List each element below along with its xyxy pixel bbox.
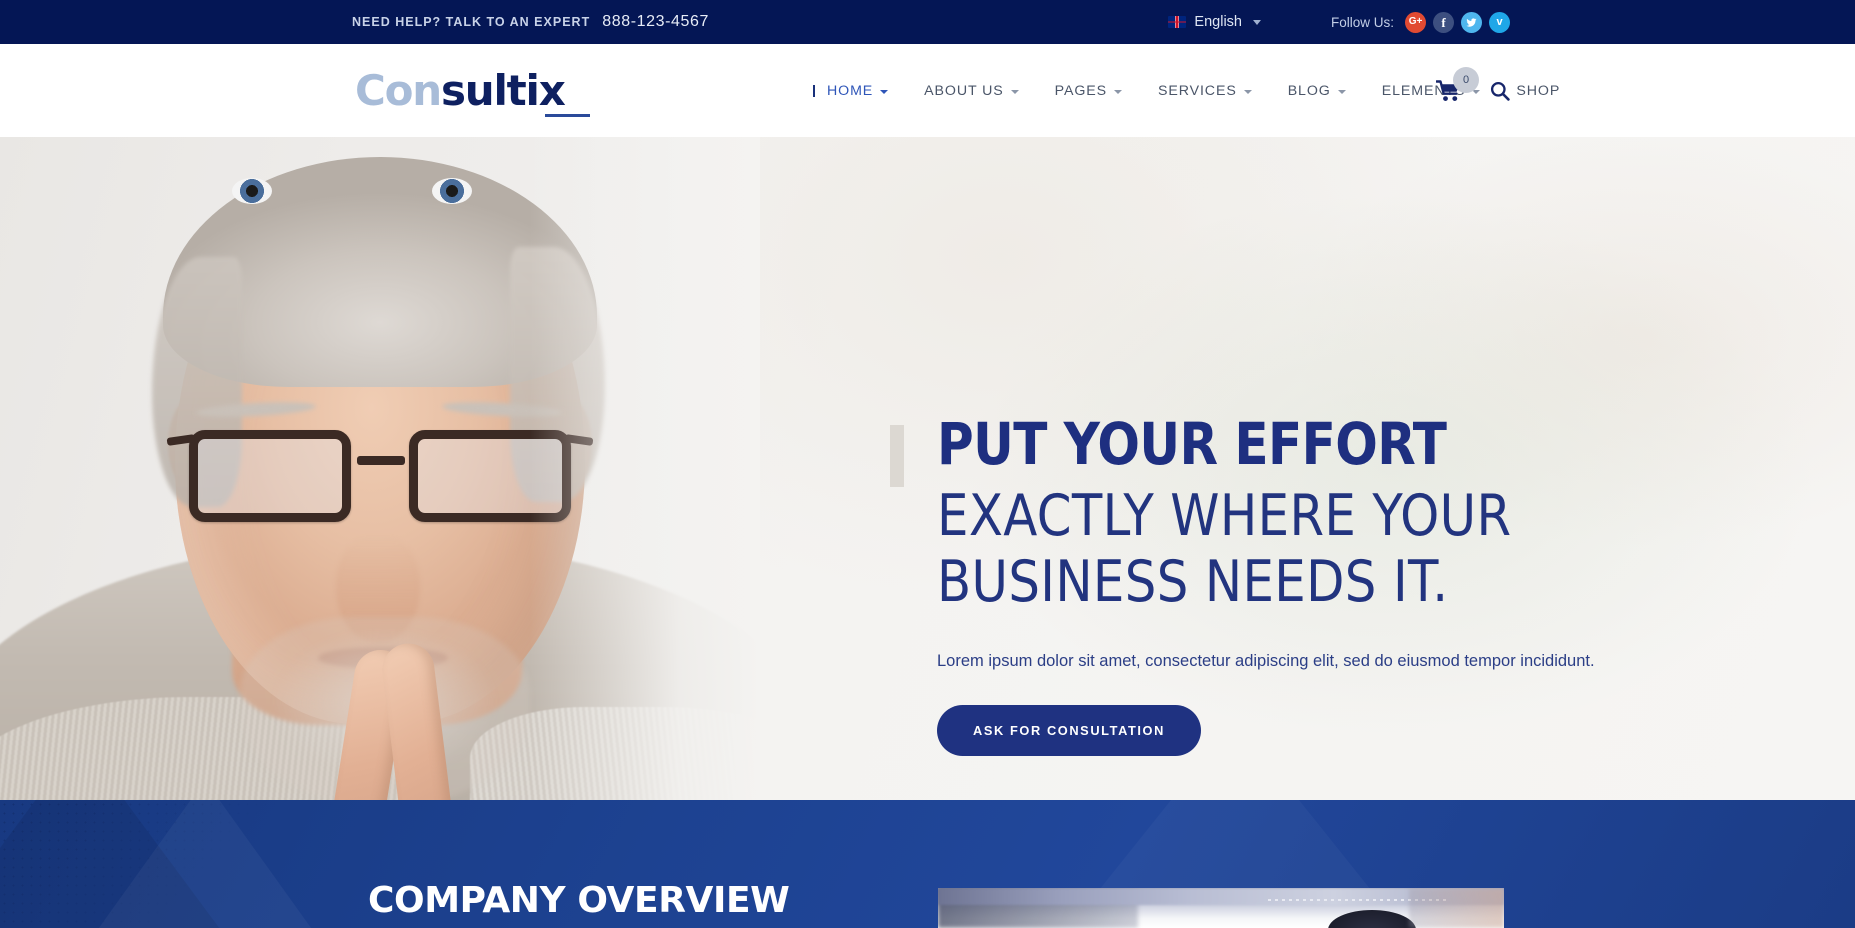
nav-label-home: HOME — [827, 82, 874, 99]
hero-section: PUT YOUR EFFORT EXACTLY WHERE YOUR BUSIN… — [0, 137, 1855, 800]
uk-flag-icon — [1168, 16, 1187, 28]
social-links: G+ f v — [1405, 11, 1510, 33]
hero-content: PUT YOUR EFFORT EXACTLY WHERE YOUR BUSIN… — [890, 410, 1650, 757]
nav-item-about-us[interactable]: ABOUT US — [906, 83, 1036, 99]
cart-button[interactable]: 0 — [1436, 66, 1479, 102]
header-icons: 0 — [1436, 44, 1510, 137]
active-indicator-icon — [813, 84, 815, 97]
nav-label-pages: PAGES — [1054, 82, 1107, 99]
google-plus-icon[interactable]: G+ — [1405, 11, 1426, 33]
company-overview-title: COMPANY OVERVIEW — [368, 880, 790, 921]
twitter-icon[interactable] — [1461, 11, 1482, 33]
hero-subtext: Lorem ipsum dolor sit amet, consectetur … — [937, 652, 1595, 671]
nav-item-home[interactable]: HOME — [795, 83, 906, 99]
company-overview-image — [938, 888, 1504, 928]
hero-portrait-image — [0, 137, 760, 800]
top-bar: NEED HELP? TALK TO AN EXPERT 888-123-456… — [0, 0, 1855, 44]
phone-number[interactable]: 888-123-4567 — [602, 13, 709, 31]
vimeo-icon[interactable]: v — [1489, 11, 1510, 33]
twitter-bird-glyph — [1466, 17, 1477, 27]
search-icon — [1490, 81, 1510, 101]
logo-underline — [545, 114, 590, 117]
hero-heading-line2: EXACTLY WHERE YOUR — [937, 483, 1512, 550]
logo-text-secondary: sultix — [440, 66, 566, 115]
need-help-label: NEED HELP? TALK TO AN EXPERT — [352, 15, 591, 29]
hero-heading-line1: PUT YOUR EFFORT — [937, 410, 1447, 478]
nav-label-services: SERVICES — [1157, 82, 1237, 99]
nav-item-pages[interactable]: PAGES — [1037, 83, 1140, 99]
top-bar-right: English Follow Us: G+ f v — [1168, 0, 1510, 44]
chevron-down-icon — [1252, 19, 1261, 25]
nav-label-shop: SHOP — [1516, 82, 1561, 99]
top-bar-contact: NEED HELP? TALK TO AN EXPERT 888-123-456… — [352, 0, 709, 44]
chevron-down-icon — [1337, 89, 1346, 94]
nav-item-blog[interactable]: BLOG — [1270, 83, 1364, 99]
chevron-down-icon — [1010, 89, 1019, 94]
site-logo[interactable]: Consultix — [355, 66, 566, 115]
nav-item-shop[interactable]: SHOP — [1498, 83, 1578, 99]
ask-for-consultation-button[interactable]: ASK FOR CONSULTATION — [937, 705, 1201, 757]
cart-count-badge: 0 — [1453, 66, 1479, 93]
nav-label-about-us: ABOUT US — [924, 82, 1004, 99]
language-selector[interactable]: English — [1168, 14, 1261, 30]
chevron-down-icon — [1113, 89, 1122, 94]
logo-text-primary: Con — [355, 66, 442, 115]
nav-item-services[interactable]: SERVICES — [1140, 83, 1270, 99]
company-overview-section — [0, 800, 1855, 928]
follow-us-label: Follow Us: — [1330, 14, 1394, 30]
site-header: Consultix HOME ABOUT US PAGES SERVICES B… — [0, 44, 1855, 137]
heading-accent-bar — [890, 425, 904, 487]
chevron-down-icon — [880, 89, 889, 94]
facebook-icon[interactable]: f — [1433, 11, 1454, 33]
nav-label-blog: BLOG — [1287, 82, 1331, 99]
decorative-dot-pattern — [0, 800, 340, 928]
search-button[interactable] — [1490, 81, 1510, 101]
chevron-down-icon — [1243, 89, 1252, 94]
language-label: English — [1194, 14, 1242, 30]
hero-heading-line3: BUSINESS NEEDS IT. — [937, 548, 1449, 615]
